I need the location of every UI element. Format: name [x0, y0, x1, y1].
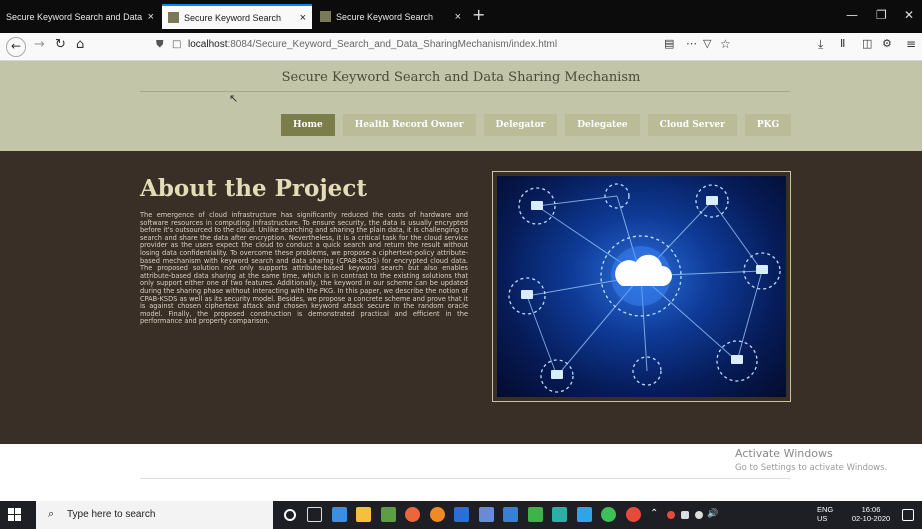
cloud-network-image	[497, 176, 786, 397]
search-icon: ⌕	[48, 507, 55, 520]
browser-tab[interactable]: Secure Keyword Search and Data Sh ×	[0, 4, 160, 29]
language-indicator[interactable]: ENG US	[817, 505, 833, 523]
tab-title: Secure Keyword Search	[336, 11, 434, 22]
bookmark-star-icon[interactable]: ☆	[720, 37, 731, 51]
cloud-network-icon	[508, 183, 781, 393]
site-header: Secure Keyword Search and Data Sharing M…	[0, 61, 922, 151]
shield-icon[interactable]: ⛊	[156, 39, 164, 50]
app-icon[interactable]	[577, 507, 592, 522]
sidebar-icon[interactable]: ◫	[862, 37, 872, 50]
app-icon[interactable]	[454, 507, 469, 522]
favicon-icon	[320, 11, 331, 22]
favicon-icon	[168, 12, 179, 23]
taskbar-search-box[interactable]: ⌕ Type here to search	[36, 501, 273, 529]
file-explorer-icon[interactable]	[356, 507, 371, 522]
about-section: About the Project The emergence of cloud…	[0, 151, 922, 444]
browser-tab[interactable]: Secure Keyword Search ×	[314, 4, 467, 29]
more-actions-icon[interactable]: ⋯	[686, 37, 697, 50]
app-icon[interactable]	[626, 507, 641, 522]
app-icon[interactable]	[381, 507, 396, 522]
app-icon[interactable]	[479, 507, 494, 522]
browser-toolbar: ← → ↻ ⌂ ⛊ □ localhost:8084/Secure_Keywor…	[0, 33, 922, 61]
close-tab-icon[interactable]: ×	[455, 11, 461, 23]
browser-tab-bar: Secure Keyword Search and Data Sh × Secu…	[0, 0, 922, 33]
new-tab-button[interactable]: +	[472, 5, 485, 24]
notifications-icon[interactable]	[902, 509, 914, 521]
address-bar[interactable]: ⛊ □ localhost:8084/Secure_Keyword_Search…	[150, 36, 750, 57]
volume-icon[interactable]: 🔊	[707, 509, 718, 519]
browser-tab-active[interactable]: Secure Keyword Search ×	[162, 4, 312, 29]
battery-icon[interactable]	[681, 511, 689, 519]
nav-delegatee[interactable]: Delegatee	[565, 114, 640, 136]
about-heading: About the Project	[140, 175, 367, 202]
close-window-icon[interactable]: ✕	[904, 8, 914, 22]
pocket-icon[interactable]: ▽	[703, 37, 711, 50]
url-text[interactable]: localhost:8084/Secure_Keyword_Search_and…	[188, 39, 557, 50]
restore-icon[interactable]: ❐	[876, 8, 887, 22]
activate-windows-subtext: Go to Settings to activate Windows.	[735, 463, 888, 473]
chrome-icon[interactable]	[405, 507, 420, 522]
clock-date: 02-10-2020	[851, 514, 891, 523]
tray-chevron-icon[interactable]: ⌃	[650, 508, 658, 519]
extension-icon[interactable]: ⚙	[882, 37, 892, 50]
cortana-icon[interactable]	[284, 509, 296, 521]
app-icon[interactable]	[552, 507, 567, 522]
library-icon[interactable]: Ⅱ	[840, 37, 845, 50]
windows-taskbar: ⌕ Type here to search ⌃ 🔊 ENG US 16:06 0…	[0, 501, 922, 529]
firefox-icon[interactable]	[430, 507, 445, 522]
main-nav: Home Health Record Owner Delegator Deleg…	[281, 114, 792, 136]
site-title: Secure Keyword Search and Data Sharing M…	[281, 70, 641, 85]
network-icon[interactable]	[695, 511, 703, 519]
about-text: The emergence of cloud infrastructure ha…	[140, 211, 468, 326]
minimize-icon[interactable]: —	[846, 8, 858, 22]
app-icon[interactable]	[601, 507, 616, 522]
nav-home[interactable]: Home	[281, 114, 335, 136]
reload-icon[interactable]: ↻	[55, 37, 66, 52]
app-icon[interactable]	[503, 507, 518, 522]
divider	[140, 478, 790, 479]
nav-health-record-owner[interactable]: Health Record Owner	[342, 114, 476, 136]
page-footer-area: Activate Windows Go to Settings to activ…	[0, 444, 922, 487]
nav-pkg[interactable]: PKG	[744, 114, 792, 136]
close-tab-icon[interactable]: ×	[300, 12, 306, 24]
menu-icon[interactable]: ≡	[906, 37, 916, 51]
windows-start-icon[interactable]	[8, 508, 21, 521]
nav-cloud-server[interactable]: Cloud Server	[647, 114, 737, 136]
page-info-icon[interactable]: □	[172, 39, 181, 50]
clock-time: 16:06	[861, 505, 881, 514]
download-icon[interactable]: ⤓	[818, 37, 823, 52]
close-tab-icon[interactable]: ×	[148, 11, 154, 23]
keyboard-layout: US	[817, 514, 828, 523]
clock[interactable]: 16:06 02-10-2020	[849, 505, 893, 523]
reader-view-icon[interactable]: ▤	[664, 37, 674, 50]
app-icon[interactable]	[332, 507, 347, 522]
tray-app-icon[interactable]	[667, 511, 675, 519]
tab-title: Secure Keyword Search	[184, 12, 282, 23]
nav-delegator[interactable]: Delegator	[483, 114, 558, 136]
taskbar-search-placeholder: Type here to search	[67, 509, 156, 520]
app-icon[interactable]	[528, 507, 543, 522]
web-page: Secure Keyword Search and Data Sharing M…	[0, 61, 922, 487]
activate-windows-watermark: Activate Windows	[735, 447, 833, 460]
project-image-frame	[492, 171, 791, 402]
forward-icon[interactable]: →	[34, 37, 45, 52]
task-view-icon[interactable]	[307, 507, 322, 522]
language-code: ENG	[817, 505, 834, 514]
back-icon[interactable]: ←	[6, 37, 26, 57]
home-icon[interactable]: ⌂	[76, 37, 84, 52]
tab-title: Secure Keyword Search and Data Sh	[6, 11, 144, 22]
mouse-cursor-icon: ↖	[229, 92, 239, 105]
